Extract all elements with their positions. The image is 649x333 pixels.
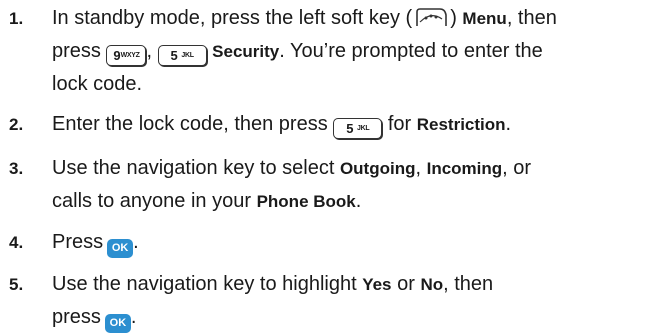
step-3: 3. Use the navigation key to select Outg… [0,152,649,218]
outgoing-label: Outgoing [339,159,416,178]
phone-book-label: Phone Book [256,192,356,211]
step-text: In standby mode, press the left soft key… [52,6,557,95]
ok-key-icon: OK [107,239,134,258]
step-1: 1. In standby mode, press the left soft … [0,2,649,102]
security-label: Security [212,42,280,61]
step-text: Use the navigation key to highlight Yes … [52,268,642,333]
step-text: Press OK. [52,226,642,258]
step-text: Use the navigation key to select Outgoin… [52,157,532,212]
incoming-label: Incoming [426,159,503,178]
step-number: 1. [9,9,24,28]
step-2: 2. Enter the lock code, then press 5 JKL… [0,108,649,144]
step-text: Enter the lock code, then press 5 JKL fo… [52,108,642,141]
ok-key-icon: OK [104,314,131,333]
key-5-icon: 5 JKL [333,118,383,139]
menu-label: Menu [462,9,507,28]
key-9-icon: 9WXYZ [106,45,147,66]
step-number: 4. [9,233,24,252]
step-5: 5. Use the navigation key to highlight Y… [0,268,649,333]
restriction-label: Restriction [416,115,506,134]
left-softkey-icon [413,6,449,30]
step-number: 3. [9,159,24,178]
key-5-icon: 5 JKL [157,45,207,66]
yes-label: Yes [362,275,392,294]
step-4: 4. Press OK. [0,226,649,262]
no-label: No [420,275,444,294]
step-number: 2. [9,115,24,134]
step-number: 5. [9,275,24,294]
